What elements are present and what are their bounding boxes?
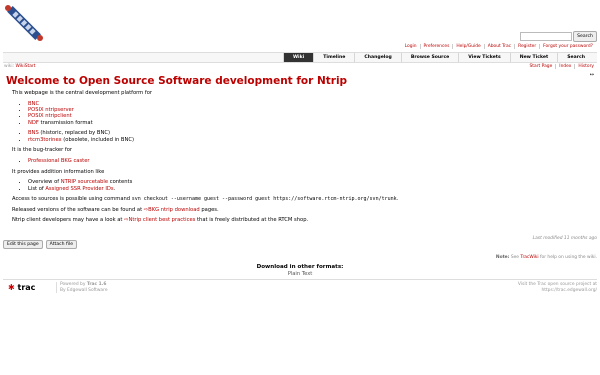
page-title: Welcome to Open Source Software developm…	[6, 75, 348, 87]
meta-nav: Login Preferences Help/Guide About Trac …	[402, 44, 596, 49]
bugtracker-list: Professional BKG caster	[12, 158, 592, 164]
tab-new-ticket[interactable]: New Ticket	[509, 53, 557, 62]
trac-logo[interactable]: ✱ trac	[8, 283, 35, 292]
tab-browse-source[interactable]: Browse Source	[400, 53, 458, 62]
breadcrumb-prefix: wiki:	[4, 64, 15, 69]
tab-timeline[interactable]: Timeline	[313, 53, 354, 62]
best-practice-link[interactable]: ⇨Ntrip client best practices	[124, 217, 195, 223]
list-item: Professional BKG caster	[28, 158, 592, 164]
software-list: BNC POSIX ntripserver POSIX ntripclient …	[12, 101, 592, 127]
last-modified-link[interactable]: 11 months ago	[564, 236, 597, 241]
search-input[interactable]	[520, 32, 572, 41]
bnc-link[interactable]: BNC	[28, 101, 39, 107]
search-button[interactable]: Search	[573, 31, 597, 42]
trac-logo-icon: ✱	[8, 283, 15, 292]
access-text: Access to sources is possible using comm…	[12, 196, 399, 203]
ndf-link[interactable]: NDF	[28, 120, 39, 126]
main-nav: Wiki Timeline Changelog Browse Source Vi…	[3, 52, 597, 63]
site-logo[interactable]	[2, 2, 46, 44]
tracwiki-link[interactable]: TracWiki	[520, 255, 538, 260]
register-link[interactable]: Register	[514, 44, 539, 49]
best-practice-text: Ntrip client developers may have a look …	[12, 217, 309, 224]
attach-file-button[interactable]: Attach file	[45, 240, 78, 249]
ntripclient-link[interactable]: POSIX ntripclient	[28, 113, 72, 119]
help-note: Note: See TracWiki for help on using the…	[495, 255, 597, 260]
breadcrumb: wiki: WikiStart	[4, 64, 35, 69]
context-nav: Start Page Index History	[527, 64, 597, 69]
tab-changelog[interactable]: Changelog	[354, 53, 400, 62]
plain-text-link[interactable]: Plain Text	[0, 271, 600, 277]
edit-page-button[interactable]: Edit this page	[3, 240, 43, 249]
trac-project-link[interactable]: https://trac.edgewall.org/	[541, 288, 597, 293]
preferences-link[interactable]: Preferences	[419, 44, 453, 49]
help-guide-link[interactable]: Help/Guide	[452, 44, 483, 49]
login-link[interactable]: Login	[402, 44, 420, 49]
tab-view-tickets[interactable]: View Tickets	[458, 53, 509, 62]
last-modified: Last modified 11 months ago	[532, 236, 597, 241]
released-text: Released versions of the software can be…	[12, 206, 219, 213]
list-item: NDF transmission format	[28, 120, 592, 126]
bkg-caster-link[interactable]: Professional BKG caster	[28, 158, 90, 164]
tab-wiki[interactable]: Wiki	[282, 53, 314, 62]
additional-text: It provides addition information like	[12, 168, 105, 175]
start-page-link[interactable]: Start Page	[527, 64, 556, 69]
list-item: List of Assigned SSR Provider IDs.	[28, 186, 592, 192]
forgot-password-link[interactable]: Forgot your password?	[539, 44, 596, 49]
page-actions: Edit this page Attach file	[3, 240, 78, 249]
rtcm3torinex-link[interactable]: rtcm3torinex	[28, 137, 62, 143]
trac-version-link[interactable]: Trac 1.6	[87, 282, 107, 287]
svn-command: svn checkout --username guest --password…	[131, 196, 397, 203]
wiki-content: This webpage is the central development …	[12, 90, 592, 228]
edgewall-link[interactable]: Edgewall Software	[67, 288, 108, 293]
index-link[interactable]: Index	[555, 64, 574, 69]
visit-trac: Visit the Trac open source project at ht…	[517, 282, 597, 293]
intro-text: This webpage is the central development …	[12, 90, 152, 96]
info-list: Overview of NTRIP sourcetable contents L…	[12, 179, 592, 192]
sourcetable-link[interactable]: NTRIP sourcetable	[61, 179, 108, 185]
legacy-list: BNS (historic, replaced by BNC) rtcm3tor…	[12, 130, 592, 143]
bugtracker-text: It is the bug-tracker for	[12, 147, 73, 154]
about-trac-link[interactable]: About Trac	[483, 44, 514, 49]
breadcrumb-page-link[interactable]: WikiStart	[15, 64, 35, 69]
ssr-ids-link[interactable]: Assigned SSR Provider IDs	[45, 186, 113, 192]
tab-search[interactable]: Search	[557, 53, 594, 62]
ntripserver-link[interactable]: POSIX ntripserver	[28, 107, 74, 113]
history-link[interactable]: History	[574, 64, 597, 69]
bkg-download-link[interactable]: ⇨BKG ntrip download	[144, 207, 200, 213]
bns-link[interactable]: BNS	[28, 130, 39, 136]
list-item: rtcm3torinex (obsolete, included in BNC)	[28, 137, 592, 143]
download-title: Download in other formats:	[256, 264, 344, 270]
powered-by: Powered by Trac 1.6 By Edgewall Software	[56, 282, 108, 294]
wide-view-icon[interactable]: ↔	[590, 72, 594, 78]
